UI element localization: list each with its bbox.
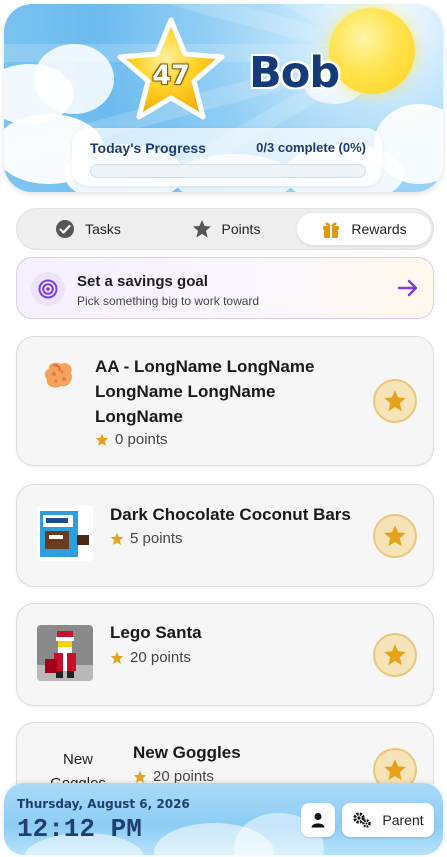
reward-title: New Goggles [133,743,241,762]
reward-points: 20 points [110,649,191,666]
star-icon [95,433,109,446]
parent-mode-button[interactable]: Parent [342,803,434,837]
check-circle-icon [56,220,75,238]
reward-card[interactable]: Dark Chocolate Coconut Bars 5 points [16,484,434,587]
reward-card[interactable]: AA - LongName LongName LongName LongName… [16,336,434,466]
star-icon [133,770,147,783]
star-icon [110,532,124,545]
star-icon [384,759,406,781]
star-icon [192,220,211,238]
gift-icon [323,222,340,238]
points-total: 47 [152,60,190,91]
user-icon [311,813,325,828]
parent-button-label: Parent [382,812,424,828]
redeem-star-button[interactable] [373,514,417,558]
progress-count: 0/3 complete (0%) [256,140,366,155]
tab-label: Rewards [351,221,407,237]
gears-icon [353,812,372,828]
tab-bar: Tasks Points Rewards [16,208,434,250]
reward-points: 5 points [110,530,183,547]
redeem-star-button[interactable] [373,379,417,423]
target-icon-badge [31,272,65,306]
reward-title-line: AA - LongName LongName [95,357,315,376]
header-banner: 47 Bob Today's Progress 0/3 complete (0%… [4,4,443,192]
reward-points: 20 points [133,768,214,784]
profile-button[interactable] [301,803,335,837]
current-time: 12:12 PM [17,814,142,844]
progress-bar [90,164,366,178]
reward-title: Dark Chocolate Coconut Bars [110,505,351,524]
tab-rewards[interactable]: Rewards [297,213,431,245]
app-root: 47 Bob Today's Progress 0/3 complete (0%… [0,0,447,857]
tab-label: Points [221,221,261,237]
tab-tasks[interactable]: Tasks [21,213,155,245]
target-icon [38,279,58,299]
savings-subtitle: Pick something big to work toward [77,294,260,308]
sponge-icon [44,362,72,388]
reward-title: Lego Santa [110,623,202,642]
reward-points-label: 20 points [153,768,214,784]
sun-icon [329,8,415,94]
kid-name: Bob [249,48,340,98]
current-date: Thursday, August 6, 2026 [17,797,190,811]
product-box-image [37,505,93,561]
progress-card: Today's Progress 0/3 complete (0%) [72,128,382,186]
reward-image-alt-text: New Goggles [50,751,106,784]
lego-santa-image [37,625,93,681]
reward-title-line: LongName LongName [95,382,276,401]
progress-title: Today's Progress [90,140,206,156]
arrow-right-icon [397,279,418,297]
star-icon [384,390,406,412]
reward-card[interactable]: Lego Santa 20 points [16,603,434,706]
points-star-badge: 47 [116,16,226,122]
reward-points-label: 0 points [115,431,168,448]
reward-card[interactable]: New Goggles New Goggles 20 points [16,722,434,784]
redeem-star-button[interactable] [373,633,417,677]
redeem-star-button[interactable] [373,748,417,784]
cloud [34,44,114,114]
reward-points-label: 20 points [130,649,191,666]
star-icon [384,644,406,666]
reward-title-line: LongName [95,407,183,426]
footer-bar: Thursday, August 6, 2026 12:12 PM Parent [4,783,443,855]
reward-points: 0 points [95,431,168,448]
star-icon [110,651,124,664]
star-icon [384,525,406,547]
reward-points-label: 5 points [130,530,183,547]
savings-goal-banner[interactable]: Set a savings goal Pick something big to… [16,257,434,319]
savings-title: Set a savings goal [77,273,208,290]
rewards-list[interactable]: AA - LongName LongName LongName LongName… [0,334,447,784]
tab-label: Tasks [85,221,121,237]
tab-points[interactable]: Points [159,213,293,245]
reward-title: AA - LongName LongName LongName LongName… [95,354,314,429]
